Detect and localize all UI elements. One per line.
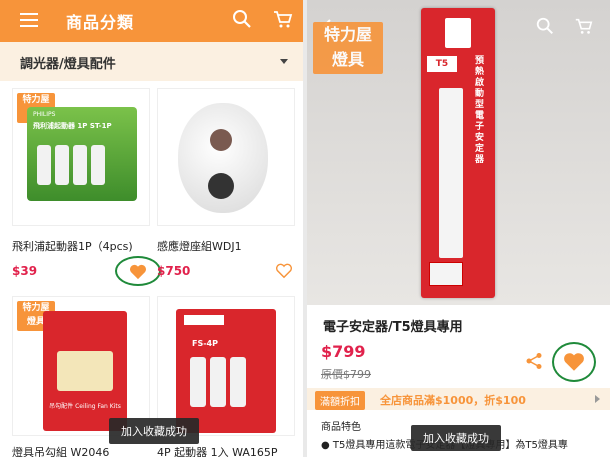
promo-bar[interactable]: 滿額折扣 全店商品滿$1000，折$100 (307, 388, 610, 410)
product-package: 吊勾配件 Ceiling Fan Kits (43, 311, 127, 431)
product-package: T5 預熱啟動型電子安定器 (421, 8, 495, 298)
original-price: 原價$799 (321, 368, 371, 381)
product-image[interactable]: 特力屋燈具 飛利浦起動器 1P ST-1P PHILIPS (12, 88, 150, 226)
product-price: $750 (157, 264, 191, 278)
product-price: $799 (321, 342, 366, 361)
product-name[interactable]: 燈具吊勾組 W2046 (12, 444, 109, 457)
menu-icon[interactable] (20, 13, 38, 27)
product-image[interactable]: FS-4P (157, 296, 295, 436)
highlight-circle (552, 342, 596, 382)
product-package: 飛利浦起動器 1P ST-1P PHILIPS (27, 107, 137, 201)
product-price: $39 (12, 264, 38, 278)
product-detail-screen: 特力屋 燈具 T5 預熱啟動型電子安定器 電子安定器/T5燈具專用 $799 原價… (307, 0, 610, 457)
product-package: FS-4P (176, 309, 276, 433)
promo-tag: 滿額折扣 (315, 391, 365, 410)
brand-badge: 特力屋燈具 (313, 22, 383, 74)
page-title: 商品分類 (66, 13, 135, 32)
product-name[interactable]: 4P 起動器 1入 WA165P (157, 444, 278, 457)
chevron-down-icon (280, 59, 288, 64)
category-screen: 商品分類 調光器/燈具配件 特力屋燈具 飛利浦起動器 1P ST-1P PHIL… (0, 0, 303, 457)
search-icon[interactable] (231, 8, 253, 30)
product-title: 電子安定器/T5燈具專用 (323, 320, 463, 335)
app-header: 商品分類 (0, 0, 303, 42)
toast-message: 加入收藏成功 (411, 425, 501, 451)
toast-message: 加入收藏成功 (109, 418, 199, 444)
product-image[interactable] (157, 88, 295, 226)
product-hero-image[interactable]: 特力屋 燈具 T5 預熱啟動型電子安定器 (307, 0, 610, 305)
favorite-heart-icon[interactable] (275, 263, 293, 279)
features-heading: 商品特色 (321, 422, 361, 433)
category-selector[interactable]: 調光器/燈具配件 (0, 42, 303, 81)
product-photo (178, 103, 268, 213)
search-icon[interactable] (535, 16, 555, 36)
share-icon[interactable] (525, 352, 543, 370)
cart-icon[interactable] (272, 8, 294, 30)
product-name[interactable]: 感應燈座組WDJ1 (157, 238, 242, 254)
product-image[interactable]: 特力屋 燈具 吊勾配件 Ceiling Fan Kits (12, 296, 150, 436)
promo-text: 全店商品滿$1000，折$100 (380, 394, 526, 407)
highlight-circle (115, 256, 161, 286)
category-selected: 調光器/燈具配件 (20, 57, 116, 72)
product-name[interactable]: 飛利浦起動器1P（4pcs) (12, 238, 133, 254)
cart-icon[interactable] (574, 16, 594, 36)
chevron-right-icon (595, 395, 600, 403)
